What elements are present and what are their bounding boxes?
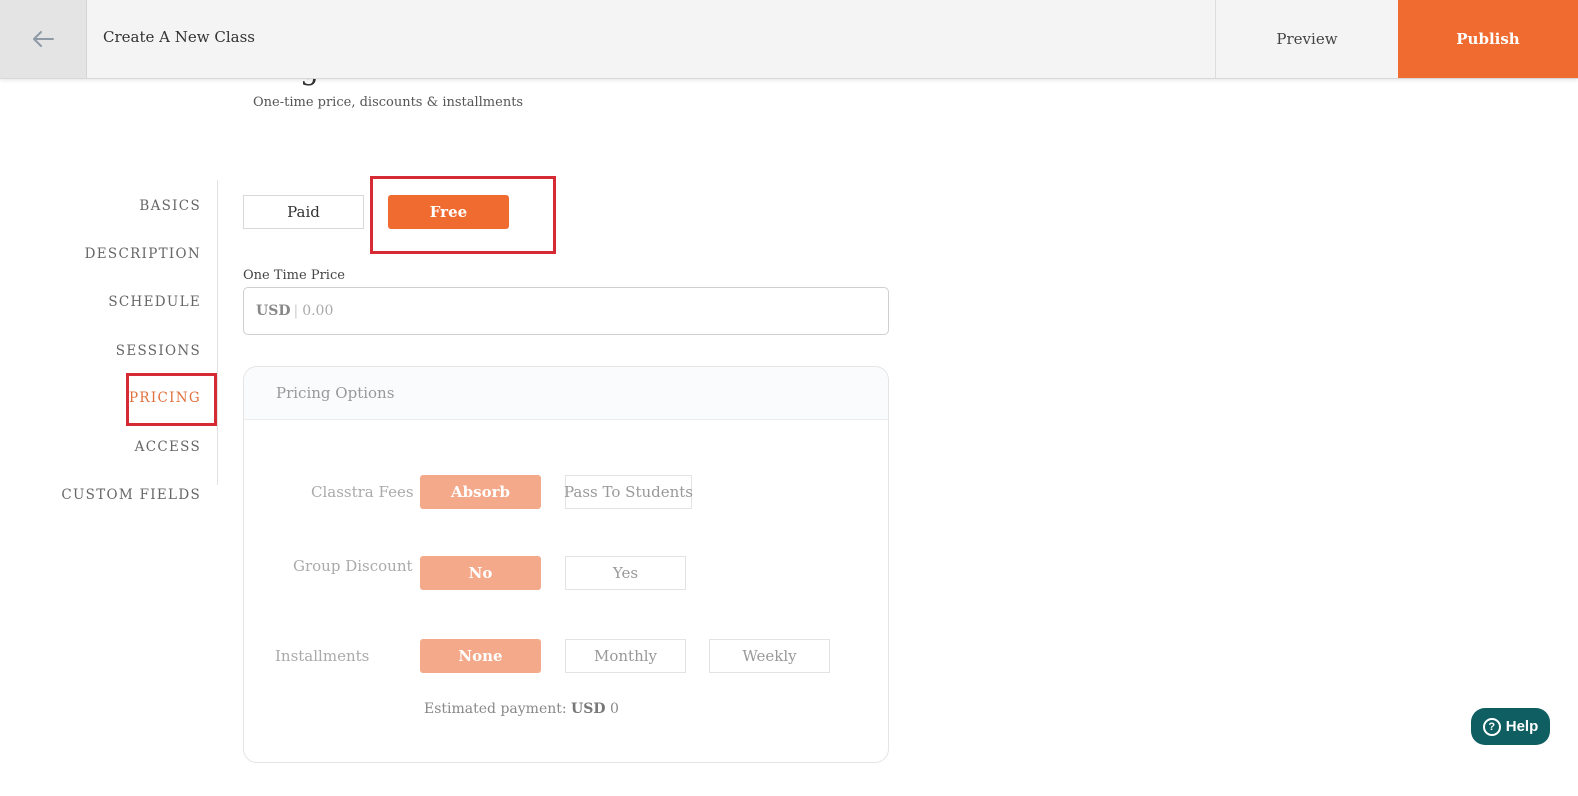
currency-divider: | [293, 303, 299, 319]
nav-item-schedule[interactable]: SCHEDULE [108, 294, 201, 310]
estimated-payment-currency: USD [571, 701, 606, 717]
arrow-left-icon [33, 31, 54, 47]
nav-item-description[interactable]: DESCRIPTION [85, 246, 201, 262]
classtra-fees-label: Classtra Fees [311, 483, 414, 501]
pricing-highlight-box [126, 373, 217, 426]
help-button[interactable]: ? Help [1471, 708, 1550, 745]
question-circle-icon: ? [1482, 717, 1501, 736]
pricing-options-card: Pricing Options Classtra Fees Absorb Pas… [243, 366, 889, 763]
paid-button[interactable]: Paid [243, 195, 364, 229]
one-time-price-label: One Time Price [243, 268, 345, 283]
nav-item-sessions[interactable]: SESSIONS [116, 343, 201, 359]
estimated-payment-value: 0 [609, 701, 619, 717]
installments-none-button[interactable]: None [420, 639, 541, 673]
section-nav: BASICS DESCRIPTION SCHEDULE SESSIONS PRI… [0, 180, 218, 503]
nav-item-access[interactable]: ACCESS [135, 439, 201, 455]
page-title: Create A New Class [103, 28, 255, 46]
top-bar: Create A New Class Preview Publish [0, 0, 1578, 79]
group-discount-label: Group Discount [293, 557, 413, 575]
pass-to-students-button[interactable]: Pass To Students [564, 475, 693, 509]
price-placeholder: 0.00 [302, 303, 334, 319]
pricing-options-title: Pricing Options [244, 367, 888, 420]
free-highlight-box [370, 176, 556, 254]
estimated-payment: Estimated payment: USD 0 [424, 701, 619, 717]
group-discount-yes-button[interactable]: Yes [565, 556, 686, 590]
preview-button[interactable]: Preview [1215, 0, 1398, 78]
publish-button[interactable]: Publish [1398, 0, 1578, 78]
section-subtitle: One-time price, discounts & installments [253, 95, 524, 110]
one-time-price-input[interactable]: USD | 0.00 [243, 287, 889, 335]
installments-weekly-button[interactable]: Weekly [709, 639, 830, 673]
currency-label: USD [256, 303, 291, 319]
installments-monthly-button[interactable]: Monthly [565, 639, 686, 673]
nav-item-custom-fields[interactable]: CUSTOM FIELDS [61, 487, 201, 503]
back-button[interactable] [0, 0, 87, 78]
installments-label: Installments [275, 647, 370, 665]
nav-item-basics[interactable]: BASICS [139, 198, 201, 214]
estimated-payment-label: Estimated payment: [424, 701, 567, 717]
help-label: Help [1505, 718, 1539, 735]
absorb-button[interactable]: Absorb [420, 475, 541, 509]
group-discount-no-button[interactable]: No [420, 556, 541, 590]
